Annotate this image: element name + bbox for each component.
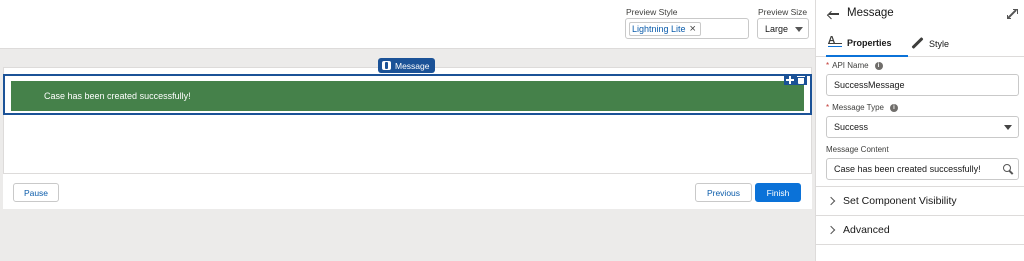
section-component-visibility[interactable]: Set Component Visibility [816,186,1024,215]
caret-down-icon [795,27,803,32]
pause-button[interactable]: Pause [13,183,59,202]
preview-size-label: Preview Size [758,7,808,17]
message-content-value: Case has been created successfully! [834,164,981,174]
move-icon[interactable] [786,75,794,84]
tab-style-label: Style [929,38,950,49]
caret-down-icon [1004,125,1012,130]
api-name-field[interactable]: SuccessMessage [826,74,1019,96]
message-content-label: Message Content [826,145,889,154]
message-component-icon [382,61,391,70]
screen-footer: Pause Previous Finish [3,173,812,209]
search-icon[interactable] [1003,164,1013,174]
chevron-right-icon [826,225,836,235]
preview-style-picker[interactable]: Lightning Lite × [625,18,749,39]
api-name-label-text: API Name [832,61,869,70]
message-type-value: Success [834,122,869,132]
preview-toolbar: Preview Style Lightning Lite × Preview S… [0,0,815,48]
message-type-label-text: Message Type [832,103,885,112]
api-name-value: SuccessMessage [834,80,905,90]
info-icon[interactable]: i [890,103,899,112]
preview-size-value: Large [765,23,789,34]
chevron-right-icon [826,196,836,206]
preview-style-pill[interactable]: Lightning Lite × [629,22,701,36]
component-tag[interactable]: Message [378,58,435,73]
back-arrow-icon[interactable] [828,9,839,19]
section-component-visibility-label: Set Component Visibility [843,195,957,207]
previous-button[interactable]: Previous [695,183,752,202]
preview-style-pill-label: Lightning Lite [632,24,686,34]
message-content-field[interactable]: Case has been created successfully! [826,158,1019,180]
message-content-label-text: Message Content [826,145,889,154]
trash-icon[interactable] [797,75,805,84]
tab-style[interactable]: Style [908,30,968,57]
section-advanced[interactable]: Advanced [816,215,1024,244]
tab-properties-label: Properties [847,37,892,48]
selected-message-component[interactable]: Case has been created successfully! [3,74,812,115]
panel-tabs: A Properties Style [816,30,1024,57]
flow-canvas: Message Case has been created successful… [0,48,815,261]
brush-icon [910,37,924,51]
panel-header: Message [816,0,1024,28]
component-tools [784,74,807,85]
remove-pill-icon[interactable]: × [690,24,696,35]
properties-panel: Message A Properties Style * API Name i … [815,0,1024,261]
required-marker: * [826,61,830,70]
preview-style-label: Preview Style [626,7,678,17]
properties-icon: A [828,35,842,50]
preview-size-select[interactable]: Large [757,18,809,39]
api-name-label: * API Name i [826,61,883,70]
message-type-select[interactable]: Success [826,116,1019,138]
panel-title: Message [847,7,894,19]
required-marker: * [826,103,830,112]
section-divider [816,244,1024,245]
message-type-label: * Message Type i [826,103,899,112]
finish-button[interactable]: Finish [755,183,801,202]
info-icon[interactable]: i [874,61,883,70]
section-advanced-label: Advanced [843,224,890,236]
tab-properties[interactable]: A Properties [826,30,908,57]
expand-icon[interactable] [1007,9,1018,19]
success-message-text: Case has been created successfully! [44,91,191,101]
component-tag-label: Message [395,60,430,71]
success-message-banner: Case has been created successfully! [11,81,804,111]
